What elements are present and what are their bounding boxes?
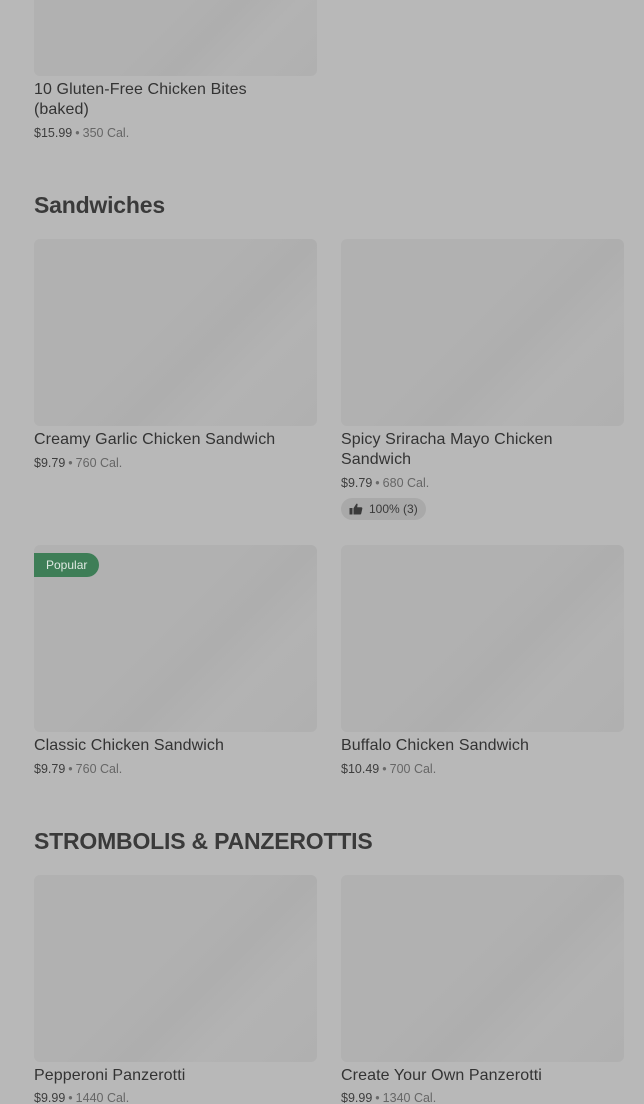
item-price: $10.49: [341, 762, 380, 776]
section-title-strombolis: STROMBOLIS & PANZEROTTIS: [34, 828, 373, 854]
item-calories: 1440 Cal.: [75, 1091, 130, 1104]
item-price: $9.79: [341, 476, 373, 490]
rating-pill: 100% (3): [341, 498, 426, 520]
thumbs-up-icon: [349, 503, 363, 515]
item-title[interactable]: Classic Chicken Sandwich: [34, 736, 317, 756]
item-price: $9.99: [341, 1091, 373, 1104]
item-price: $9.79: [34, 456, 66, 470]
separator: •: [375, 476, 380, 490]
item-title[interactable]: Pepperoni Panzerotti: [34, 1066, 317, 1086]
item-image[interactable]: [341, 239, 624, 426]
item-calories: 350 Cal.: [82, 126, 130, 140]
menu-page: 10 Gluten-Free Chicken Bites (baked) $15…: [0, 0, 644, 1104]
separator: •: [382, 762, 387, 776]
item-meta: $10.49 • 700 Cal.: [341, 761, 436, 777]
item-title[interactable]: Spicy Sriracha Mayo Chicken Sandwich: [341, 430, 591, 470]
item-meta: $9.99 • 1340 Cal.: [341, 1090, 436, 1104]
item-meta: $9.79 • 760 Cal.: [34, 761, 122, 777]
section-title-sandwiches: Sandwiches: [34, 192, 165, 218]
item-image[interactable]: [34, 875, 317, 1062]
item-meta: $15.99 • 350 Cal.: [34, 125, 129, 141]
item-title[interactable]: Create Your Own Panzerotti: [341, 1066, 624, 1086]
item-meta: $9.79 • 760 Cal.: [34, 455, 122, 471]
item-meta: $9.79 • 680 Cal.: [341, 475, 429, 491]
item-calories: 680 Cal.: [382, 476, 430, 490]
item-price: $9.99: [34, 1091, 66, 1104]
item-meta: $9.99 • 1440 Cal.: [34, 1090, 129, 1104]
item-calories: 760 Cal.: [75, 762, 123, 776]
item-price: $9.79: [34, 762, 66, 776]
item-title[interactable]: 10 Gluten-Free Chicken Bites (baked): [34, 80, 304, 120]
item-image[interactable]: [34, 239, 317, 426]
item-image[interactable]: [341, 875, 624, 1062]
popular-badge: Popular: [34, 553, 100, 577]
separator: •: [75, 126, 80, 140]
item-calories: 760 Cal.: [75, 456, 123, 470]
item-image[interactable]: [34, 0, 317, 76]
item-calories: 1340 Cal.: [382, 1091, 437, 1104]
item-image[interactable]: [341, 545, 624, 732]
separator: •: [68, 1091, 73, 1104]
rating-text: 100% (3): [369, 502, 418, 516]
item-price: $15.99: [34, 126, 73, 140]
separator: •: [375, 1091, 380, 1104]
item-title[interactable]: Buffalo Chicken Sandwich: [341, 736, 624, 756]
separator: •: [68, 762, 73, 776]
item-title[interactable]: Creamy Garlic Chicken Sandwich: [34, 430, 317, 450]
separator: •: [68, 456, 73, 470]
item-calories: 700 Cal.: [389, 762, 437, 776]
